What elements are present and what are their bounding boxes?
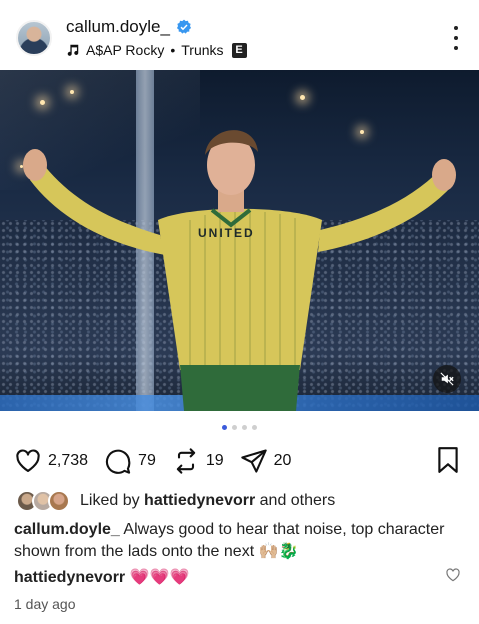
username[interactable]: callum.doyle_ <box>66 17 170 37</box>
share-button[interactable]: 20 <box>240 447 292 475</box>
post-media[interactable]: UNITED <box>0 70 479 411</box>
music-note-icon <box>67 44 79 56</box>
repost-count: 19 <box>205 452 224 469</box>
username-row: callum.doyle_ <box>66 17 192 37</box>
player-illustration <box>23 130 456 411</box>
comment-bubble-icon <box>105 449 131 474</box>
mute-button[interactable] <box>433 365 461 393</box>
post-caption: callum.doyle_ Always good to hear that n… <box>14 519 469 563</box>
music-track: Trunks <box>181 42 224 58</box>
music-artist: A$AP Rocky <box>86 42 165 58</box>
like-count: 2,738 <box>48 452 89 469</box>
share-count: 20 <box>273 452 292 469</box>
comment-count: 79 <box>138 452 156 469</box>
carousel-indicator <box>0 425 479 430</box>
top-comment[interactable]: hattiedynevorr 💗💗💗 <box>14 567 189 587</box>
carousel-dot <box>242 425 247 430</box>
caption-username[interactable]: callum.doyle_ <box>14 521 120 538</box>
post-header: callum.doyle_ A$AP Rocky • Trunks E <box>0 0 479 70</box>
sponsor-text: UNITED <box>198 226 255 240</box>
repost-icon <box>176 448 196 474</box>
liker-avatars <box>16 490 72 512</box>
comment-text: 💗💗💗 <box>129 569 190 586</box>
action-bar: 2,738 79 19 20 <box>14 446 307 476</box>
avatar <box>48 490 70 512</box>
more-options-icon[interactable] <box>449 26 463 50</box>
bookmark-icon[interactable] <box>435 446 461 474</box>
repost-button[interactable]: 19 <box>172 447 224 475</box>
carousel-dot <box>232 425 237 430</box>
music-attribution[interactable]: A$AP Rocky • Trunks E <box>66 42 247 58</box>
music-separator: • <box>170 42 176 58</box>
heart-icon <box>16 449 40 472</box>
liked-by-row[interactable]: Liked by hattiedynevorr and others <box>16 490 335 512</box>
speaker-muted-icon <box>440 372 454 386</box>
avatar[interactable] <box>16 20 52 56</box>
explicit-badge: E <box>231 42 247 58</box>
send-icon <box>240 449 267 473</box>
liked-by-text: Liked by hattiedynevorr and others <box>80 492 336 509</box>
carousel-dot <box>252 425 257 430</box>
liked-by-user[interactable]: hattiedynevorr <box>144 492 255 509</box>
comment-button[interactable]: 79 <box>104 447 156 475</box>
like-button[interactable]: 2,738 <box>14 447 88 475</box>
comment-heart-icon[interactable] <box>445 567 461 583</box>
comment-username[interactable]: hattiedynevorr <box>14 569 125 586</box>
post-timestamp: 1 day ago <box>14 596 76 612</box>
carousel-dot <box>222 425 227 430</box>
verified-badge-icon <box>176 19 192 34</box>
